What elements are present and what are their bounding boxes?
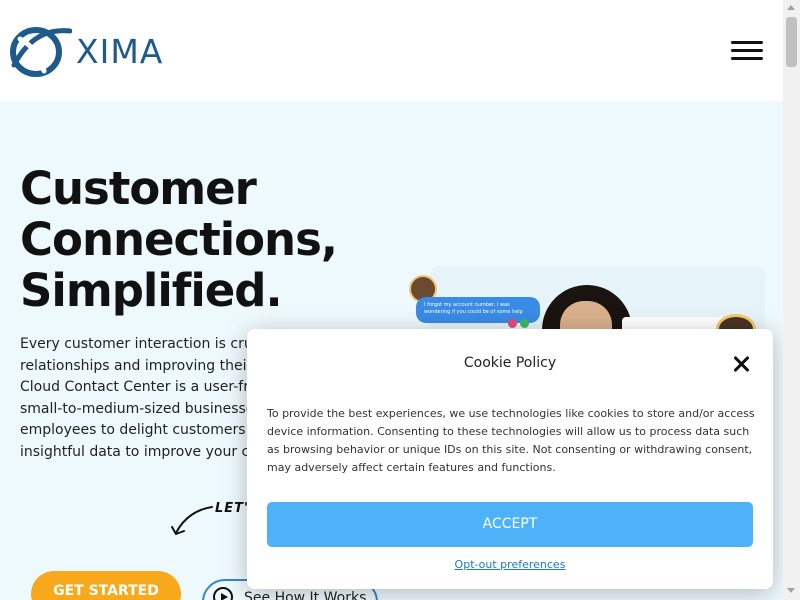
cookie-consent-modal: Cookie Policy To provide the best experi… [247,329,773,589]
hero-title: Customer Connections, Simplified. [20,163,380,316]
cookie-text-line: device information. Consenting to these … [267,425,750,438]
cookie-text-line: may adversely affect certain features an… [267,461,556,474]
xima-logo-mark-icon [10,27,72,77]
hero-title-line: Customer [20,162,257,215]
logo-text: XIMA [76,31,164,71]
cookie-modal-title: Cookie Policy [463,355,557,371]
cookie-text-line: as browsing behavior or unique IDs on th… [267,443,753,456]
xima-logo[interactable]: XIMA [10,24,190,78]
play-icon [213,587,233,600]
hero-title-line: Connections, [20,213,338,266]
close-icon[interactable] [733,355,751,373]
scroll-up-arrow-icon[interactable] [787,5,795,10]
accept-button[interactable]: ACCEPT [267,502,753,547]
whatsapp-icon [520,319,529,328]
page-scrollbar[interactable] [783,0,800,600]
instagram-icon [508,319,517,328]
site-header: XIMA [0,0,783,101]
cookie-text-line: To provide the best experiences, we use … [267,407,755,420]
hero-title-line: Simplified. [20,264,283,317]
scroll-down-arrow-icon[interactable] [787,588,795,593]
hamburger-menu-icon[interactable] [729,38,765,64]
chat-line: I forgot my account number. I was [424,302,510,308]
get-started-button[interactable]: GET STARTED [31,571,181,600]
scrollbar-thumb[interactable] [786,17,797,67]
curved-arrow-icon [171,506,213,535]
cookie-description: To provide the best experiences, we use … [267,405,757,477]
chat-line: wondering if you could be of some help [424,309,523,315]
see-how-label: See How It Works [244,590,367,600]
opt-out-preferences-link[interactable]: Opt-out preferences [247,558,773,571]
